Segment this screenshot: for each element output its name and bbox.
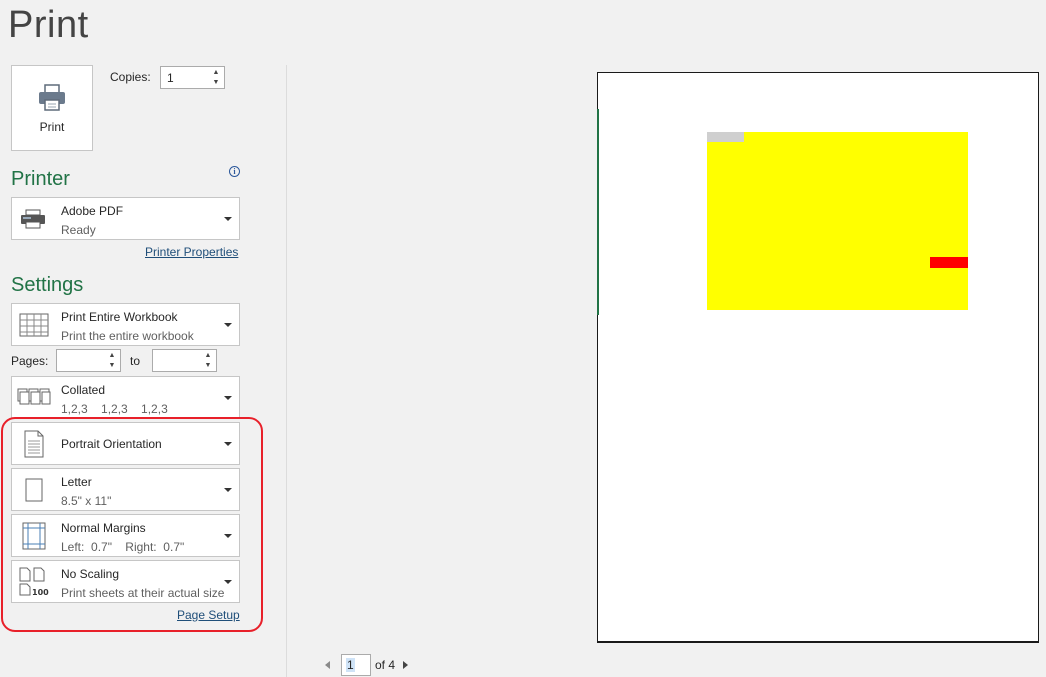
printer-dropdown[interactable]: Adobe PDF Ready <box>11 197 240 240</box>
chevron-down-icon <box>224 533 232 538</box>
increment-icon[interactable]: ▲ <box>205 351 212 360</box>
margins-icon <box>17 521 51 551</box>
print-what-subtitle: Print the entire workbook <box>61 329 194 343</box>
printer-heading: Printer <box>11 168 70 190</box>
scaling-subtitle: Print sheets at their actual size <box>61 586 225 600</box>
collation-subtitle: 1,2,3 1,2,3 1,2,3 <box>61 402 168 416</box>
next-page-icon[interactable] <box>403 661 409 669</box>
margins-dropdown[interactable]: Normal Margins Left: 0.7" Right: 0.7" <box>11 514 240 557</box>
orientation-dropdown[interactable]: Portrait Orientation <box>11 422 240 465</box>
blank-page-icon <box>17 475 51 505</box>
worksheet-grid-icon <box>17 310 51 340</box>
copies-label: Copies: <box>110 70 151 84</box>
orientation-title: Portrait Orientation <box>61 436 162 451</box>
printer-icon <box>39 84 65 111</box>
paper-size-dropdown[interactable]: Letter 8.5" x 11" <box>11 468 240 511</box>
collation-dropdown[interactable]: Collated 1,2,3 1,2,3 1,2,3 <box>11 376 240 419</box>
chevron-down-icon <box>224 395 232 400</box>
pages-to-stepper[interactable]: ▲ ▼ <box>152 349 217 372</box>
print-button-label: Print <box>39 120 65 134</box>
print-button[interactable]: Print <box>11 65 93 151</box>
printer-status: Ready <box>61 223 96 237</box>
pages-from-stepper[interactable]: ▲ ▼ <box>56 349 121 372</box>
collation-title: Collated <box>61 383 106 397</box>
preview-header-cell <box>707 132 744 142</box>
preview-filled-range <box>707 132 968 310</box>
collated-pages-icon <box>17 383 51 413</box>
page-title: Print <box>8 4 89 46</box>
copies-stepper[interactable]: ▲▼ <box>160 66 225 89</box>
chevron-down-icon <box>224 441 232 446</box>
increment-icon[interactable]: ▲ <box>109 351 116 360</box>
portrait-page-icon <box>17 429 51 459</box>
pages-label: Pages: <box>11 354 49 368</box>
print-preview-page <box>597 72 1039 643</box>
paper-size-title: Letter <box>61 475 92 489</box>
preview-edge-marker <box>597 109 599 315</box>
previous-page-icon[interactable] <box>325 661 330 669</box>
panel-divider <box>286 65 287 677</box>
settings-heading: Settings <box>11 274 84 296</box>
svg-text:100: 100 <box>32 588 49 597</box>
info-icon[interactable]: i <box>229 166 240 177</box>
decrement-icon[interactable]: ▼ <box>213 78 220 87</box>
preview-red-cell <box>930 257 968 268</box>
scaling-dropdown[interactable]: 100 No Scaling Print sheets at their act… <box>11 560 240 603</box>
margins-subtitle: Left: 0.7" Right: 0.7" <box>61 540 185 554</box>
scaling-title: No Scaling <box>61 567 120 581</box>
page-navigator: 1 of 4 <box>325 654 409 676</box>
chevron-down-icon <box>224 216 232 221</box>
scaling-icon: 100 <box>17 567 51 597</box>
current-page-input[interactable]: 1 <box>341 654 371 676</box>
printer-device-icon <box>17 204 51 234</box>
paper-size-subtitle: 8.5" x 11" <box>61 494 112 508</box>
printer-name: Adobe PDF <box>61 204 124 218</box>
decrement-icon[interactable]: ▼ <box>205 361 212 370</box>
page-count: of 4 <box>375 658 396 672</box>
print-what-title: Print Entire Workbook <box>61 310 178 324</box>
pages-to-label: to <box>130 354 141 368</box>
page-setup-link[interactable]: Page Setup <box>177 608 240 622</box>
chevron-down-icon <box>224 579 232 584</box>
increment-icon[interactable]: ▲ <box>213 68 220 77</box>
chevron-down-icon <box>224 322 232 327</box>
decrement-icon[interactable]: ▼ <box>109 361 116 370</box>
printer-properties-link[interactable]: Printer Properties <box>145 245 238 259</box>
chevron-down-icon <box>224 487 232 492</box>
print-what-dropdown[interactable]: Print Entire Workbook Print the entire w… <box>11 303 240 346</box>
margins-title: Normal Margins <box>61 521 146 535</box>
